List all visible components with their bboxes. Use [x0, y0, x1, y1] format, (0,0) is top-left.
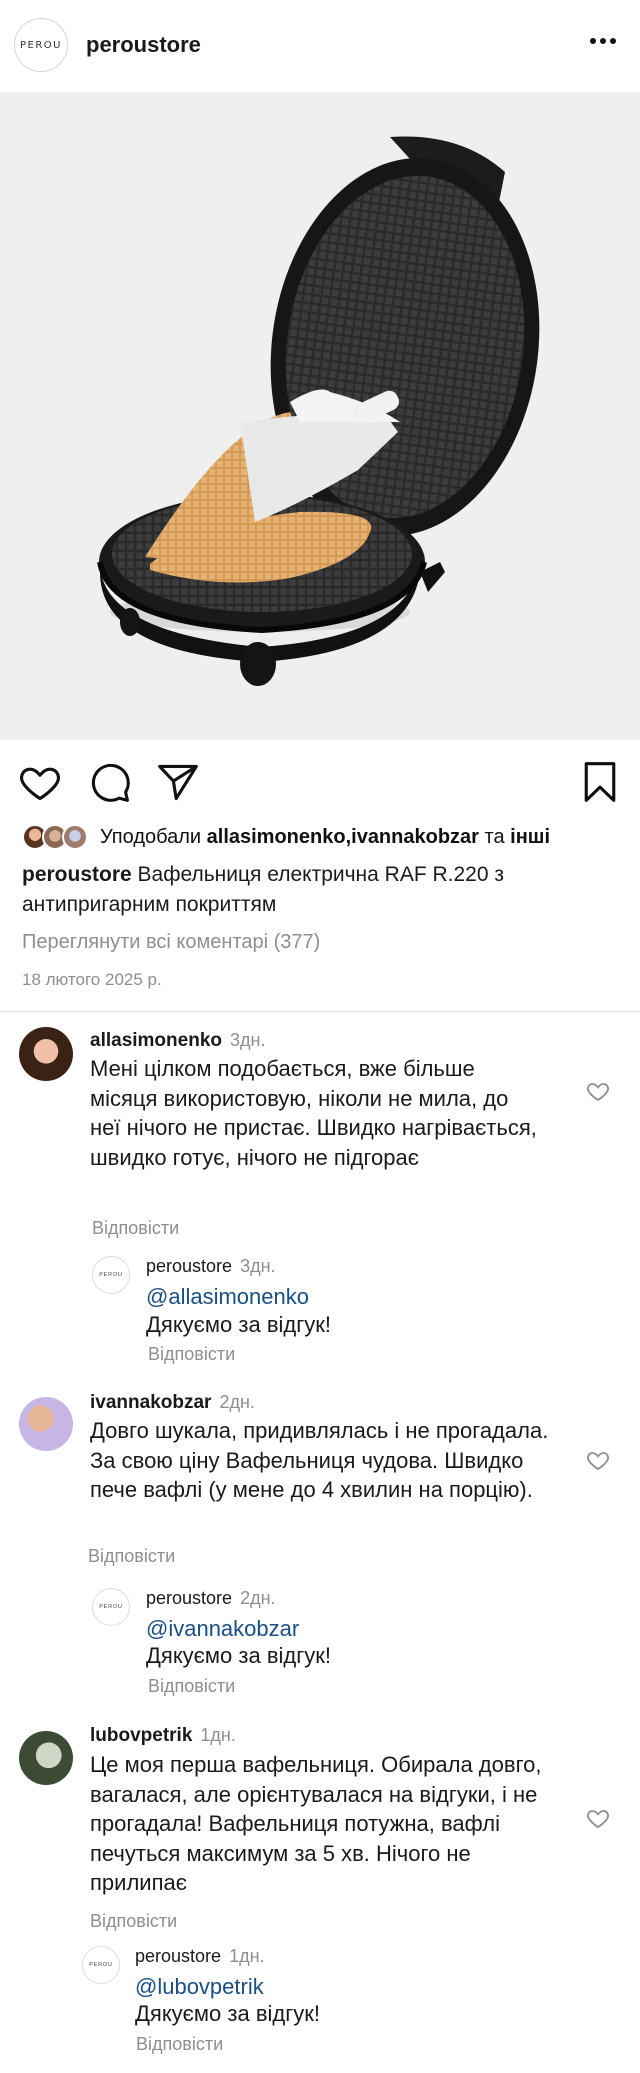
- save-button[interactable]: [578, 760, 622, 804]
- reply-username[interactable]: peroustore 3дн.: [146, 1256, 276, 1277]
- reply-username[interactable]: peroustore 2дн.: [146, 1588, 276, 1609]
- reply-text: Дякуємо за відгук!: [135, 2001, 320, 2026]
- comment-time: 3дн.: [230, 1030, 266, 1050]
- reply-avatar[interactable]: PEROU: [82, 1946, 120, 1984]
- like-button[interactable]: [18, 760, 62, 804]
- likes-prefix: Уподобали: [100, 825, 202, 848]
- post-header: PEROU peroustore: [0, 0, 640, 92]
- waffle-maker-illustration: [97, 136, 540, 686]
- comment-text: Це моя перша вафельниця. Обирала довго, …: [90, 1752, 542, 1895]
- more-options-button[interactable]: [586, 26, 620, 56]
- reply-username[interactable]: peroustore 1дн.: [135, 1946, 265, 1967]
- reply-button[interactable]: Відповісти: [148, 1344, 235, 1365]
- comment-username[interactable]: allasimonenko 3дн.: [90, 1030, 265, 1052]
- account-username[interactable]: peroustore: [86, 32, 201, 58]
- post-date: 18 лютого 2025 р.: [22, 970, 162, 989]
- reply-time: 1дн.: [229, 1946, 265, 1966]
- reply-mention[interactable]: @allasimonenko: [146, 1284, 309, 1310]
- reply-button[interactable]: Відповісти: [136, 2034, 223, 2055]
- reply-button[interactable]: Відповісти: [148, 1676, 235, 1697]
- send-icon: [158, 764, 198, 801]
- commenter-avatar[interactable]: [19, 1731, 73, 1785]
- likes-summary[interactable]: Уподобали allasimonenko,ivannakobzar та …: [22, 822, 550, 852]
- bookmark-icon: [584, 762, 616, 802]
- account-avatar[interactable]: PEROU: [14, 18, 68, 72]
- comment-text: Довго шукала, придивлялась і не прогадал…: [90, 1418, 549, 1502]
- reply-button[interactable]: Відповісти: [88, 1546, 175, 1567]
- comment-icon: [91, 763, 130, 802]
- share-button[interactable]: [156, 760, 200, 804]
- reply-button[interactable]: Відповісти: [92, 1218, 179, 1239]
- avatar-logo-text: PEROU: [20, 39, 62, 51]
- reply-button[interactable]: Відповісти: [90, 1911, 177, 1932]
- reply-mention[interactable]: @lubovpetrik: [135, 1974, 264, 2000]
- commenter-avatar[interactable]: [19, 1397, 73, 1451]
- comment-username[interactable]: ivannakobzar 2дн.: [90, 1392, 255, 1414]
- likes-and: та: [484, 825, 505, 848]
- comment-username[interactable]: lubovpetrik 1дн.: [90, 1725, 236, 1747]
- comment-text: Мені цілком подобається, вже більше міся…: [90, 1056, 537, 1170]
- post-caption: peroustore Вафельниця електрична RAF R.2…: [22, 860, 612, 920]
- reply-avatar[interactable]: PEROU: [92, 1588, 130, 1626]
- comment-like-icon[interactable]: [586, 1448, 610, 1472]
- commenter-avatar[interactable]: [19, 1027, 73, 1081]
- reply-text: Дякуємо за відгук!: [146, 1312, 331, 1337]
- reply-avatar[interactable]: PEROU: [92, 1256, 130, 1294]
- reply-time: 3дн.: [240, 1256, 276, 1276]
- comment-like-icon[interactable]: [586, 1806, 610, 1830]
- divider: [0, 1011, 640, 1012]
- likes-names[interactable]: allasimonenko,ivannakobzar: [207, 826, 479, 849]
- view-all-comments-link[interactable]: Переглянути всі коментарі (377): [22, 931, 320, 954]
- caption-username[interactable]: peroustore: [22, 863, 132, 886]
- more-horizontal-icon: [590, 38, 616, 44]
- comment-time: 1дн.: [200, 1725, 236, 1745]
- post-image[interactable]: [0, 92, 640, 740]
- comment-time: 2дн.: [219, 1392, 255, 1412]
- liker-avatar: [62, 824, 88, 850]
- comment-like-icon[interactable]: [586, 1079, 610, 1103]
- reply-time: 2дн.: [240, 1588, 276, 1608]
- liker-avatars: [22, 824, 94, 850]
- likes-others[interactable]: інші: [510, 826, 550, 849]
- heart-icon: [20, 767, 60, 801]
- reply-mention[interactable]: @ivannakobzar: [146, 1616, 299, 1642]
- comment-button[interactable]: [88, 760, 132, 804]
- reply-text: Дякуємо за відгук!: [146, 1643, 331, 1668]
